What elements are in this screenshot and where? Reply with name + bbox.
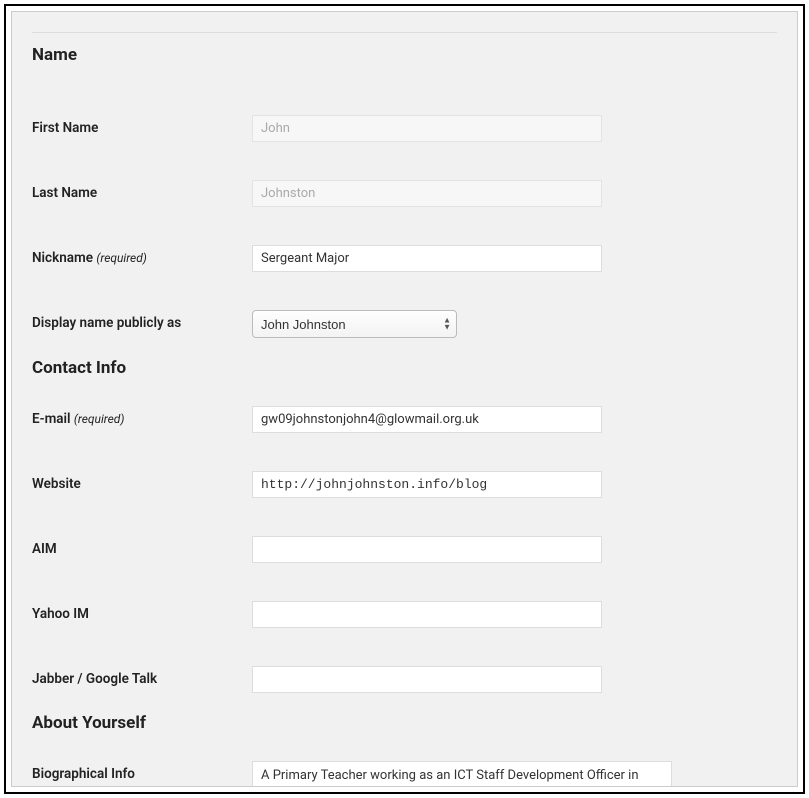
textarea-bio[interactable] [252,761,672,787]
row-display-name: Display name publicly as John Johnston ▲… [32,310,777,338]
row-bio: Biographical Info [32,761,777,787]
row-website: Website [32,471,777,498]
section-heading-name: Name [32,45,777,65]
label-website: Website [32,471,252,492]
label-email-required: (required) [74,412,124,426]
row-jabber: Jabber / Google Talk [32,666,777,693]
input-aim[interactable] [252,536,602,563]
row-yahoo: Yahoo IM [32,601,777,628]
section-heading-contact: Contact Info [32,358,777,378]
label-nickname: Nickname (required) [32,245,252,266]
label-yahoo: Yahoo IM [32,601,252,622]
label-nickname-required: (required) [96,251,146,265]
input-website[interactable] [252,471,602,498]
row-aim: AIM [32,536,777,563]
label-aim: AIM [32,536,252,557]
label-first-name: First Name [32,115,252,136]
label-display-name: Display name publicly as [32,310,252,331]
label-email-text: E-mail [32,411,71,427]
input-email[interactable] [252,406,602,433]
input-last-name [252,180,602,207]
top-divider [32,32,777,33]
profile-form-panel: Name First Name Last Name Nickname (requ… [11,11,798,787]
window-frame: Name First Name Last Name Nickname (requ… [4,4,805,794]
select-display-name[interactable]: John Johnston [252,310,457,338]
label-last-name: Last Name [32,180,252,201]
select-display-name-wrap: John Johnston ▲▼ [252,310,457,338]
row-email: E-mail (required) [32,406,777,433]
label-jabber: Jabber / Google Talk [32,666,252,687]
input-nickname[interactable] [252,245,602,272]
row-last-name: Last Name [32,180,777,207]
label-bio: Biographical Info [32,761,252,782]
input-jabber[interactable] [252,666,602,693]
label-email: E-mail (required) [32,406,252,427]
section-heading-about: About Yourself [32,713,777,733]
input-yahoo[interactable] [252,601,602,628]
input-first-name [252,115,602,142]
row-first-name: First Name [32,115,777,142]
row-nickname: Nickname (required) [32,245,777,272]
label-nickname-text: Nickname [32,250,93,266]
